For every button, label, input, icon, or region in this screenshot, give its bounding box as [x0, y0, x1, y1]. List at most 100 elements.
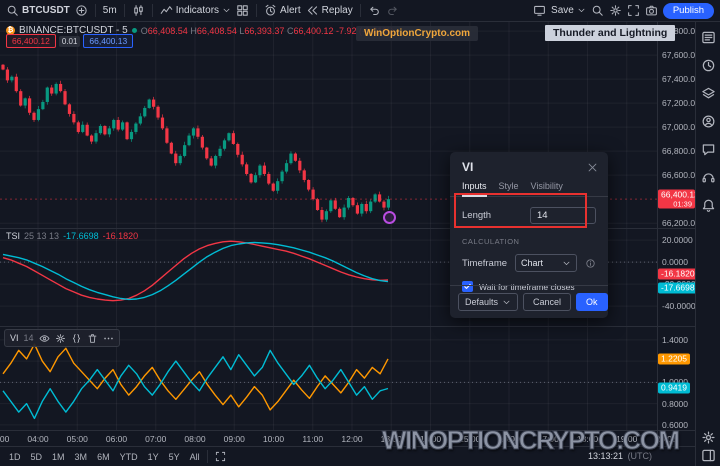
- chart-type-icon[interactable]: [132, 4, 145, 17]
- clock-time: 13:13:21: [588, 451, 623, 461]
- fullscreen-icon[interactable]: [627, 4, 640, 17]
- undo-icon[interactable]: [368, 4, 381, 17]
- price-tick-label: 20.0000: [662, 235, 693, 245]
- alert-button[interactable]: Alert: [264, 4, 301, 17]
- vi-legend-toolbar[interactable]: VI 14: [4, 329, 120, 347]
- tsi-legend[interactable]: TSI 25 13 13 -17.6698 -16.1820: [6, 231, 138, 241]
- length-input[interactable]: [530, 207, 596, 224]
- replay-icon: [306, 4, 319, 17]
- tsi-main-value: -16.1820: [103, 231, 139, 241]
- tsi-title: TSI: [6, 231, 20, 241]
- screenshot-camera-icon[interactable]: [645, 4, 658, 17]
- range-button-1m[interactable]: 1M: [47, 450, 70, 464]
- sell-price-button[interactable]: 66,400.12: [6, 34, 56, 48]
- range-button-1y[interactable]: 1Y: [143, 450, 164, 464]
- open-key: O: [141, 26, 148, 36]
- object-tree-panel-icon[interactable]: [701, 448, 716, 466]
- support-icon[interactable]: [701, 170, 716, 190]
- calculation-section-label: CALCULATION: [450, 237, 608, 246]
- toolbar-separator: [360, 4, 361, 17]
- interval-button[interactable]: 5m: [103, 5, 117, 16]
- price-axis[interactable]: 67,800.0067,600.0067,400.0067,200.0067,0…: [658, 22, 695, 446]
- toolbar-right-group: Save Publish: [533, 3, 714, 19]
- defaults-label: Defaults: [465, 297, 498, 307]
- time-axis-label: 03:00: [0, 434, 9, 444]
- publish-button[interactable]: Publish: [663, 3, 714, 19]
- bar-countdown: 01:39: [661, 201, 692, 209]
- dialog-tab-inputs[interactable]: Inputs: [462, 178, 487, 196]
- notifications-bell-icon[interactable]: [701, 198, 716, 218]
- info-icon[interactable]: [585, 258, 596, 269]
- save-label: Save: [551, 5, 574, 16]
- open-value: 66,408.54: [148, 26, 188, 36]
- layout-icon[interactable]: [533, 4, 546, 17]
- gear-icon[interactable]: [55, 333, 66, 344]
- timeframe-value: Chart: [521, 258, 543, 268]
- chat-icon[interactable]: [701, 142, 716, 162]
- watchlist-icon[interactable]: [701, 30, 716, 50]
- bid-ask-buttons: 66,400.12 0.01 66,400.13: [6, 34, 133, 48]
- tradingview-app: BTCUSDT 5m Indicators Alert Replay: [0, 0, 720, 466]
- replay-button[interactable]: Replay: [306, 4, 353, 17]
- more-icon[interactable]: [103, 333, 114, 344]
- purple-marker-icon[interactable]: [383, 211, 396, 224]
- symbol-search-button[interactable]: BTCUSDT: [6, 4, 70, 17]
- clock[interactable]: 13:13:21 (UTC): [588, 451, 652, 461]
- time-axis-label: 07:00: [145, 434, 166, 444]
- length-label: Length: [462, 210, 491, 221]
- expand-pane-icon[interactable]: [210, 449, 231, 464]
- indicator-value-tag: -16.1820: [658, 268, 698, 279]
- defaults-button[interactable]: Defaults: [458, 293, 518, 311]
- alerts-clock-icon[interactable]: [701, 58, 716, 78]
- range-button-6m[interactable]: 6M: [92, 450, 115, 464]
- search-icon: [6, 4, 19, 17]
- close-icon[interactable]: [587, 162, 598, 173]
- redo-icon[interactable]: [386, 4, 399, 17]
- chevron-down-icon: [577, 6, 586, 15]
- right-sidebar: [695, 22, 720, 466]
- time-axis-label: 09:00: [224, 434, 245, 444]
- range-button-ytd[interactable]: YTD: [115, 450, 143, 464]
- range-button-1d[interactable]: 1D: [4, 450, 26, 464]
- settings-gear-icon[interactable]: [609, 4, 622, 17]
- ok-button[interactable]: Ok: [576, 293, 608, 311]
- buy-price-button[interactable]: 66,400.13: [83, 34, 133, 48]
- range-button-5y[interactable]: 5Y: [164, 450, 185, 464]
- delete-icon[interactable]: [87, 333, 98, 344]
- bottom-gear-icon[interactable]: [701, 430, 716, 450]
- time-axis-label: 06:00: [106, 434, 127, 444]
- dialog-tab-style[interactable]: Style: [499, 178, 519, 196]
- last-price-tag: 66,400.1201:39: [658, 190, 695, 209]
- compare-add-icon[interactable]: [75, 4, 88, 17]
- time-axis-label: 12:00: [341, 434, 362, 444]
- time-axis-label: 04:00: [27, 434, 48, 444]
- indicator-value-tag: -17.6698: [658, 282, 698, 293]
- layers-icon[interactable]: [701, 86, 716, 106]
- market-status-icon: [132, 28, 137, 33]
- save-button[interactable]: Save: [551, 5, 586, 16]
- quick-search-icon[interactable]: [591, 4, 604, 17]
- range-button-3m[interactable]: 3M: [70, 450, 93, 464]
- indicators-button[interactable]: Indicators: [160, 4, 231, 17]
- price-tick-label: 1.4000: [662, 335, 688, 345]
- timeframe-select[interactable]: Chart: [515, 254, 577, 272]
- source-icon[interactable]: [71, 333, 82, 344]
- time-axis-label: 08:00: [184, 434, 205, 444]
- pane-separator[interactable]: [0, 326, 695, 327]
- cancel-button[interactable]: Cancel: [523, 293, 571, 311]
- range-button-all[interactable]: All: [185, 450, 205, 464]
- indicator-templates-icon[interactable]: [236, 4, 249, 17]
- price-tick-label: 0.0000: [662, 257, 688, 267]
- time-axis-label: 05:00: [67, 434, 88, 444]
- range-button-5d[interactable]: 5D: [26, 450, 48, 464]
- chevron-down-icon: [562, 259, 571, 268]
- toolbar-separator: [124, 4, 125, 17]
- vi-title: VI: [10, 333, 19, 343]
- eye-icon[interactable]: [39, 333, 50, 344]
- timeframe-row: Timeframe Chart: [450, 254, 608, 272]
- toolbar-separator: [152, 4, 153, 17]
- dialog-header: VI: [450, 152, 608, 178]
- ideas-icon[interactable]: [701, 114, 716, 134]
- toolbar-separator: [95, 4, 96, 17]
- dialog-tab-visibility[interactable]: Visibility: [531, 178, 563, 196]
